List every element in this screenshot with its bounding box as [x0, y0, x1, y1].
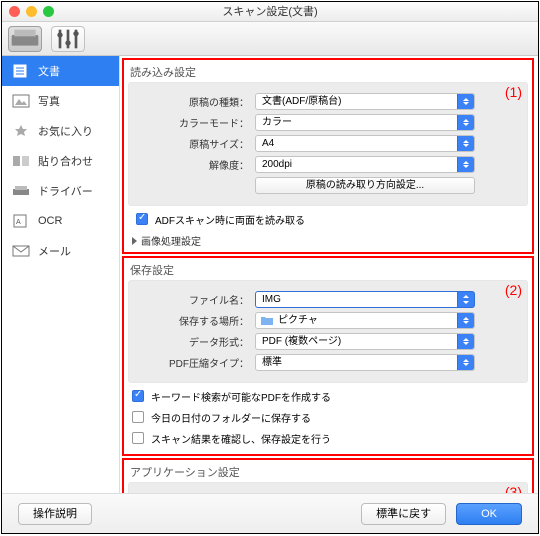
save-location-label: 保存する場所： [137, 313, 255, 328]
photo-icon [12, 94, 30, 108]
minimize-window-button[interactable] [26, 6, 37, 17]
star-icon [12, 124, 30, 138]
filename-input[interactable]: IMG [255, 291, 458, 308]
ok-button-label: OK [481, 508, 497, 520]
scanner-driver-icon [12, 184, 30, 198]
toolbar-scan-from-computer-button[interactable] [8, 26, 42, 52]
sidebar-item-stitch[interactable]: 貼り合わせ [2, 146, 119, 176]
source-type-select[interactable]: 文書(ADF/原稿台) [255, 93, 475, 110]
filename-label: ファイル名： [137, 292, 255, 307]
callout-2: (2) [505, 282, 522, 298]
sidebar: 文書 写真 お気に入り 貼り合わせ ドライバー A OCR [2, 56, 120, 493]
disclosure-triangle-icon [132, 237, 137, 245]
read-settings-frame: (1) 読み込み設定 原稿の種類： 文書(ADF/原稿台) カラーモード： カラ… [122, 58, 534, 254]
scanner-icon [9, 27, 41, 51]
confirm-results-label: スキャン結果を確認し、保存設定を行う [151, 431, 331, 446]
content-pane: (1) 読み込み設定 原稿の種類： 文書(ADF/原稿台) カラーモード： カラ… [120, 56, 538, 493]
image-processing-label: 画像処理設定 [141, 233, 201, 248]
sidebar-item-label: お気に入り [38, 123, 93, 139]
sidebar-item-label: OCR [38, 215, 62, 227]
date-folder-checkbox[interactable] [132, 411, 144, 423]
save-settings-title: 保存設定 [124, 258, 532, 280]
adf-duplex-label: ADFスキャン時に両面を読み取る [155, 212, 305, 227]
sidebar-item-label: メール [38, 243, 71, 259]
stitch-icon [12, 154, 30, 168]
orientation-settings-label: 原稿の読み取り方向設定... [306, 180, 424, 191]
image-processing-disclosure[interactable]: 画像処理設定 [124, 231, 532, 250]
app-settings-frame: (3) アプリケーション設定 アプリケーションで開く： Finder アプリケー… [122, 458, 534, 493]
source-type-label: 原稿の種類： [137, 94, 255, 109]
sidebar-item-ocr[interactable]: A OCR [2, 206, 119, 236]
keyword-pdf-label: キーワード検索が可能なPDFを作成する [151, 389, 331, 404]
filename-value: IMG [262, 294, 281, 305]
date-folder-label: 今日の日付のフォルダーに保存する [151, 410, 311, 425]
zoom-window-button[interactable] [43, 6, 54, 17]
save-settings-frame: (2) 保存設定 ファイル名： IMG 保存する場所： ピクチャ [122, 256, 534, 456]
toolbar [2, 22, 538, 56]
defaults-button[interactable]: 標準に戻す [361, 503, 446, 525]
save-location-value: ピクチャ [278, 315, 318, 326]
window-title: スキャン設定(文書) [222, 6, 317, 18]
mail-icon [12, 244, 30, 258]
keyword-pdf-checkbox[interactable] [132, 390, 144, 402]
pdf-compression-select[interactable]: 標準 [255, 354, 475, 371]
document-size-select[interactable]: A4 [255, 135, 475, 152]
callout-1: (1) [505, 84, 522, 100]
help-button-label: 操作説明 [33, 508, 77, 520]
sidebar-item-label: 写真 [38, 93, 60, 109]
pdf-compression-value: 標準 [262, 357, 282, 368]
resolution-select[interactable]: 200dpi [255, 156, 475, 173]
resolution-label: 解像度： [137, 157, 255, 172]
color-mode-select[interactable]: カラー [255, 114, 475, 131]
titlebar: スキャン設定(文書) [2, 2, 538, 22]
data-format-label: データ形式： [137, 334, 255, 349]
adf-duplex-checkbox[interactable] [136, 213, 148, 225]
ocr-icon: A [12, 214, 30, 228]
sidebar-item-driver[interactable]: ドライバー [2, 176, 119, 206]
sidebar-item-photo[interactable]: 写真 [2, 86, 119, 116]
data-format-select[interactable]: PDF (複数ページ) [255, 333, 475, 350]
sidebar-item-favorite[interactable]: お気に入り [2, 116, 119, 146]
color-mode-value: カラー [262, 117, 292, 128]
open-with-app-label: アプリケーションで開く： [167, 492, 283, 493]
toolbar-settings-button[interactable] [51, 26, 85, 52]
footer: 操作説明 標準に戻す OK [2, 493, 538, 533]
document-size-value: A4 [262, 138, 274, 149]
sidebar-item-label: ドライバー [38, 183, 93, 199]
sidebar-item-label: 文書 [38, 63, 60, 79]
resolution-value: 200dpi [262, 159, 292, 170]
filename-dropdown-button[interactable] [458, 291, 475, 308]
ok-button[interactable]: OK [456, 503, 522, 525]
document-icon [12, 64, 30, 78]
sidebar-item-document[interactable]: 文書 [2, 56, 119, 86]
sidebar-item-label: 貼り合わせ [38, 153, 93, 169]
source-type-value: 文書(ADF/原稿台) [262, 96, 341, 107]
close-window-button[interactable] [9, 6, 20, 17]
sliders-icon [52, 27, 84, 51]
callout-3: (3) [505, 484, 522, 493]
save-location-select[interactable]: ピクチャ [255, 312, 475, 329]
color-mode-label: カラーモード： [137, 115, 255, 130]
orientation-settings-button[interactable]: 原稿の読み取り方向設定... [255, 177, 475, 194]
app-settings-title: アプリケーション設定 [124, 460, 532, 482]
defaults-button-label: 標準に戻す [376, 508, 431, 520]
data-format-value: PDF (複数ページ) [262, 336, 341, 347]
folder-icon [260, 314, 274, 327]
read-settings-title: 読み込み設定 [124, 60, 532, 82]
sidebar-item-mail[interactable]: メール [2, 236, 119, 266]
pdf-compression-label: PDF圧縮タイプ： [137, 355, 255, 370]
document-size-label: 原稿サイズ： [137, 136, 255, 151]
svg-text:A: A [16, 219, 21, 226]
help-button[interactable]: 操作説明 [18, 503, 92, 525]
confirm-results-checkbox[interactable] [132, 432, 144, 444]
